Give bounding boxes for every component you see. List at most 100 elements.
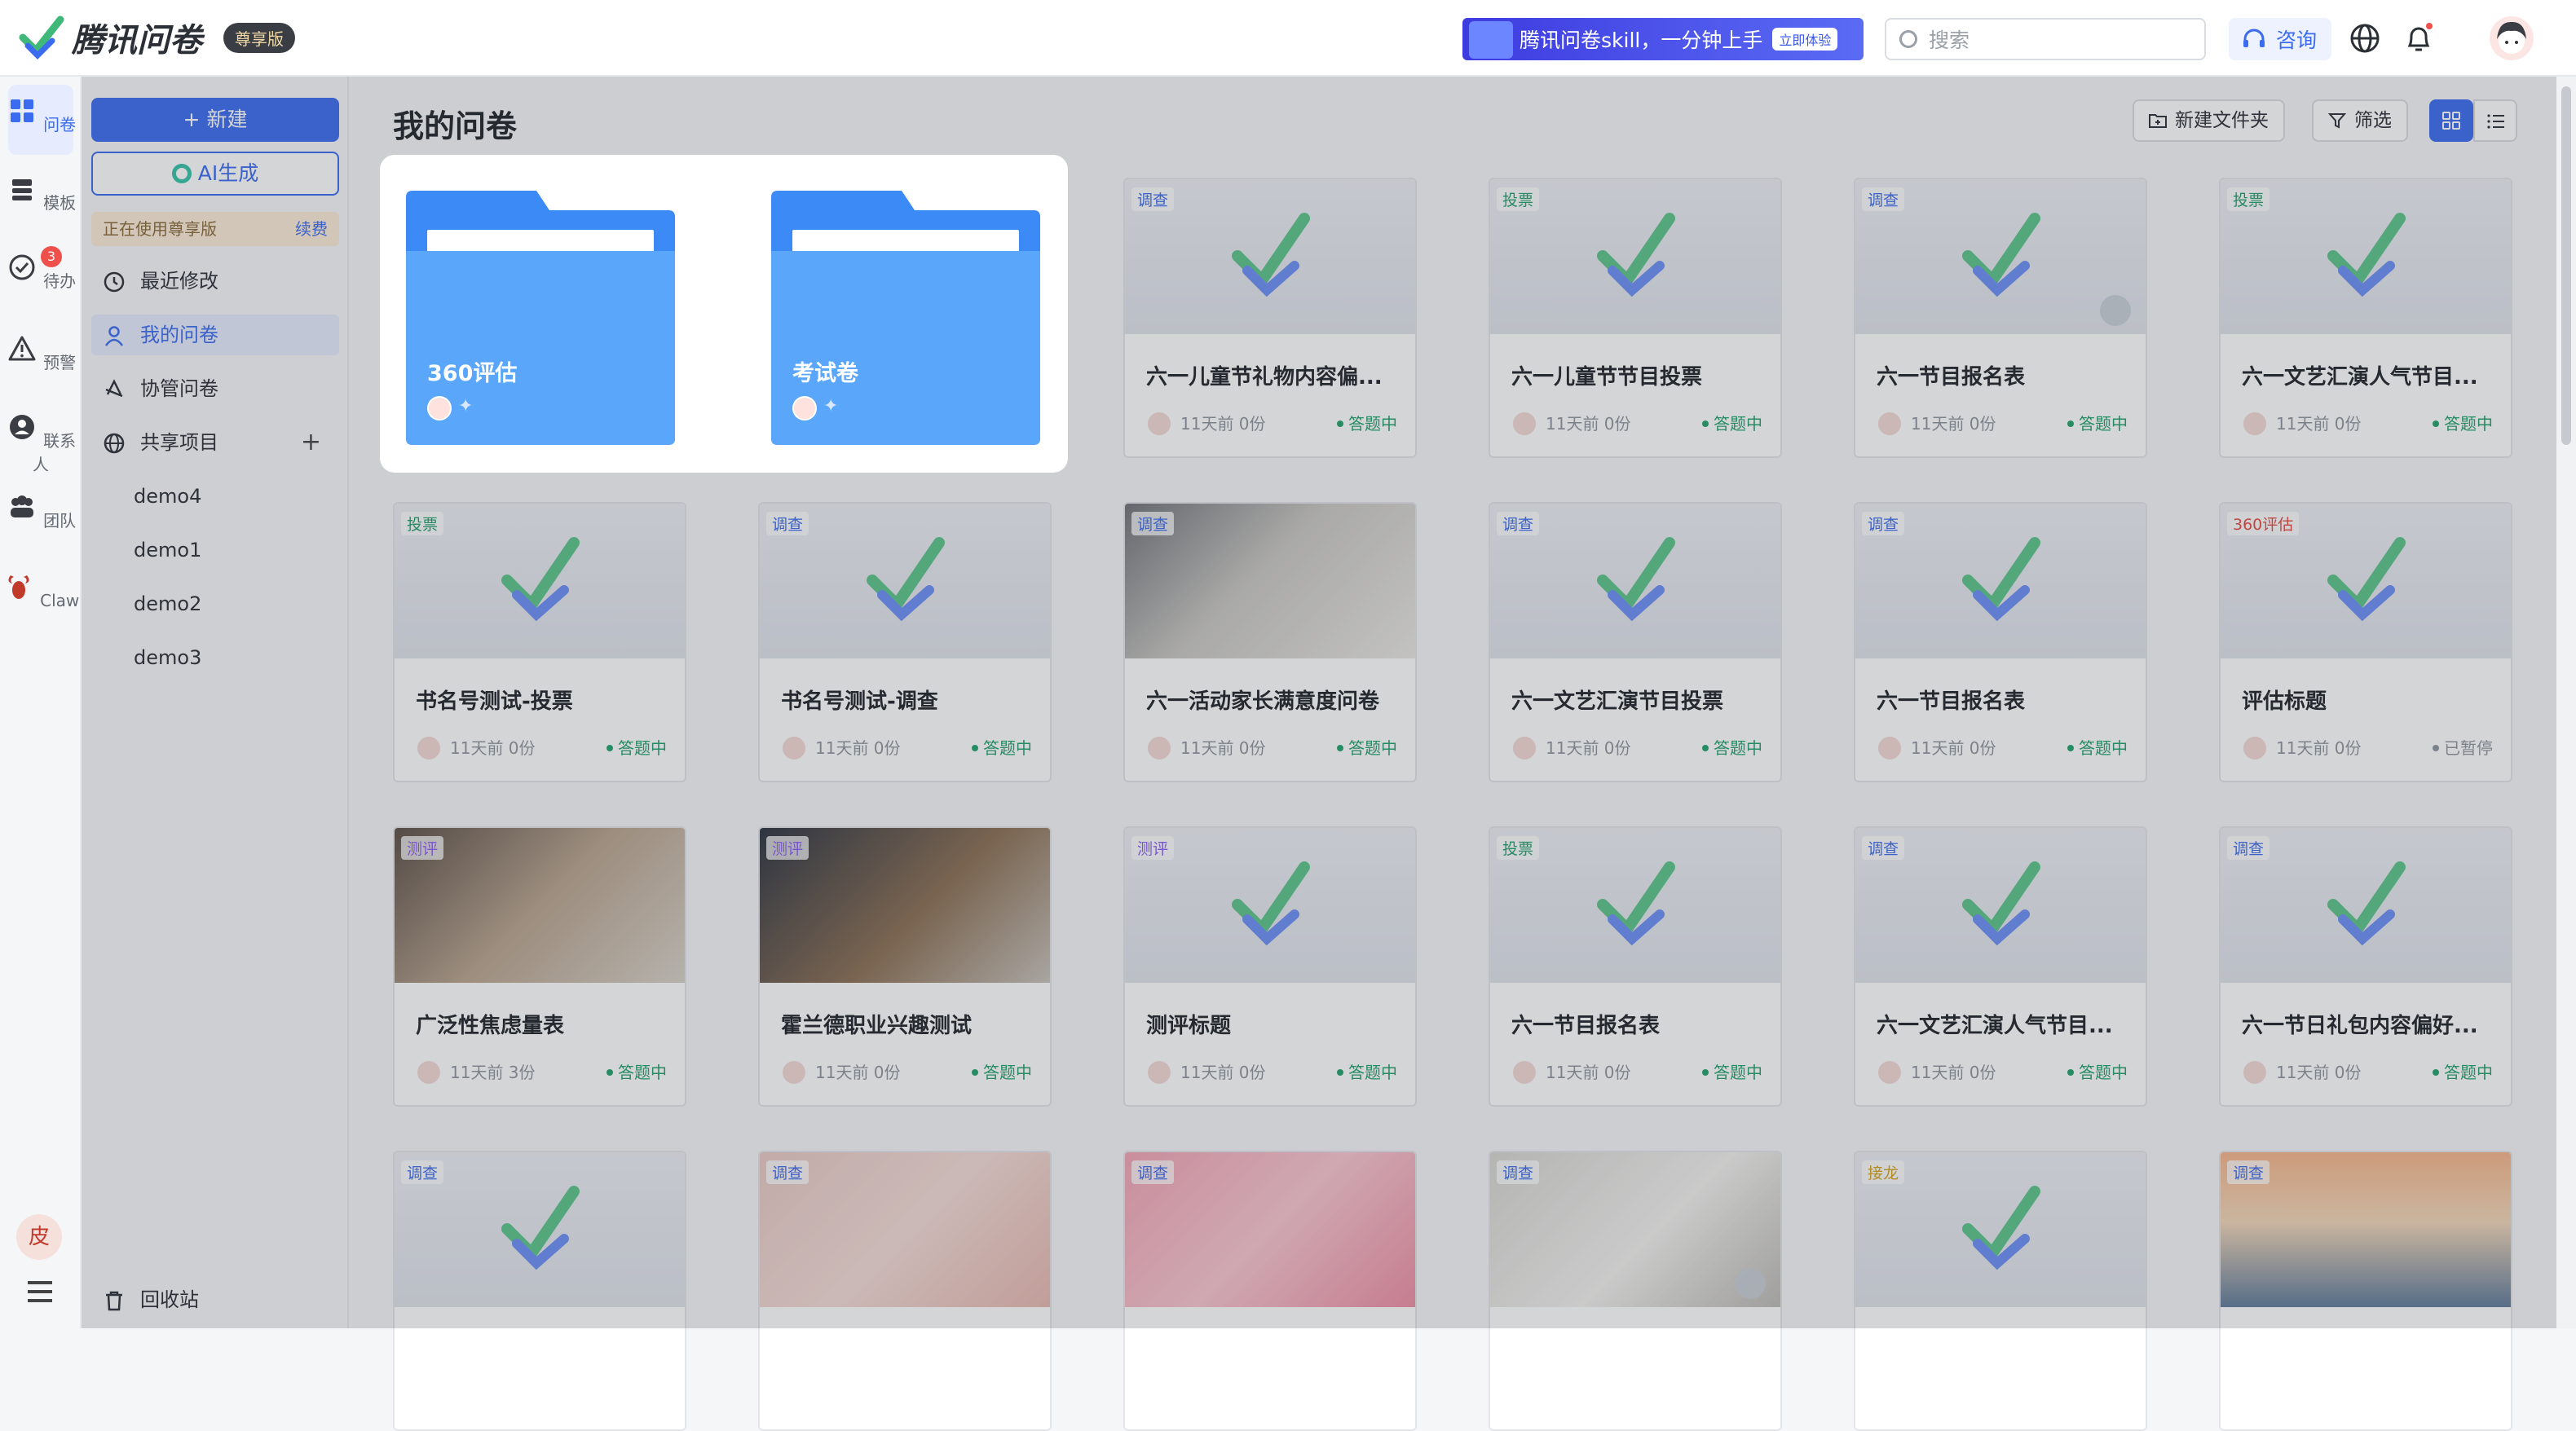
questionnaire-card[interactable]: 调查 书名号测试-调查 11天前 0份 答题中 [758, 502, 1052, 782]
questionnaire-card[interactable]: 调查 六一活动家长满意度问卷 11天前 0份 答题中 [1123, 502, 1417, 782]
card-status: 答题中 [1702, 411, 1762, 437]
folder-card[interactable]: 考试卷 ✦ [771, 191, 1040, 445]
questionnaire-card[interactable]: 测评 广泛性焦虑量表 11天前 3份 答题中 [393, 826, 686, 1107]
folder-spotlight: 360评估 ✦ 考试卷 ✦ [380, 155, 1068, 473]
consult-button[interactable]: 咨询 [2229, 18, 2331, 60]
renew-link[interactable]: 续费 [295, 212, 328, 246]
sparkle-icon: ✦ [823, 396, 839, 416]
scrollbar[interactable] [2556, 77, 2576, 1328]
filter-button[interactable]: 筛选 [2312, 99, 2408, 142]
scrollbar-thumb[interactable] [2561, 86, 2571, 445]
list-view-toggle[interactable] [2473, 99, 2517, 142]
rail-item-todo[interactable]: 3 待办 [0, 246, 82, 292]
rail-label: 待办 [43, 271, 77, 291]
questionnaire-card[interactable]: 调查 [393, 1151, 686, 1431]
card-type-tag: 调查 [1497, 512, 1540, 535]
card-meta: 11天前 3份 [416, 1059, 536, 1085]
new-button[interactable]: + 新建 [91, 98, 339, 142]
questionnaire-card[interactable]: 调查 六一节目报名表 11天前 0份 答题中 [1854, 178, 2147, 458]
questionnaire-card[interactable]: 调查 六一文艺汇演节目投票 11天前 0份 答题中 [1489, 502, 1782, 782]
promo-cta[interactable]: 立即体验 [1772, 28, 1838, 51]
check-logo-icon [1597, 213, 1675, 297]
card-title: 书名号测试-调查 [781, 689, 938, 714]
card-type-tag: 投票 [401, 512, 444, 535]
contact-icon [9, 415, 34, 439]
questionnaire-card[interactable]: 测评 霍兰德职业兴趣测试 11天前 0份 答题中 [758, 826, 1052, 1107]
owner-avatar [416, 1059, 442, 1085]
grid-view-toggle[interactable] [2429, 99, 2473, 142]
questionnaire-card[interactable]: 投票 六一儿童节节目投票 11天前 0份 答题中 [1489, 178, 1782, 458]
check-logo-icon [1232, 861, 1310, 946]
card-title: 书名号测试-投票 [416, 689, 573, 714]
card-type-tag: 调查 [1497, 1160, 1540, 1184]
questionnaire-card[interactable]: 调查 [1123, 1151, 1417, 1431]
trash-label: 回收站 [140, 1288, 199, 1311]
card-meta-text: 11天前 0份 [450, 738, 536, 758]
folder-title: 考试卷 [792, 361, 858, 386]
check-logo-icon [1962, 861, 2040, 946]
rail-item-claw[interactable]: Claw [0, 570, 82, 610]
questionnaire-card[interactable]: 投票 书名号测试-投票 11天前 0份 答题中 [393, 502, 686, 782]
app-logo[interactable]: 腾讯问卷 尊享版 [16, 13, 295, 62]
questionnaire-card[interactable]: 接龙 [1854, 1151, 2147, 1431]
project-item[interactable]: demo4 [134, 476, 201, 517]
card-status: 答题中 [1337, 735, 1397, 761]
skin-avatar[interactable]: 皮 [16, 1214, 62, 1260]
card-meta-text: 11天前 0份 [1546, 1063, 1631, 1082]
ai-generate-button[interactable]: AI生成 [91, 152, 339, 196]
card-meta: 11天前 0份 [1511, 411, 1631, 437]
questionnaire-card[interactable]: 投票 六一节目报名表 11天前 0份 答题中 [1489, 826, 1782, 1107]
questionnaire-card[interactable]: 调查 [758, 1151, 1052, 1431]
card-status: 答题中 [1337, 1059, 1397, 1085]
questionnaire-card[interactable]: 360评估 评估标题 11天前 0份 已暂停 [2219, 502, 2512, 782]
nav-shared-projects[interactable]: 共享项目 + [91, 422, 339, 463]
owner-avatar [1146, 735, 1172, 761]
promo-banner[interactable]: 腾讯问卷skill，一分钟上手 立即体验 [1462, 18, 1864, 60]
questionnaire-card[interactable]: 调查 六一节日礼包内容偏好... 11天前 0份 答题中 [2219, 826, 2512, 1107]
new-folder-button[interactable]: 新建文件夹 [2133, 99, 2285, 142]
rail-item-template[interactable]: 模板 [0, 173, 82, 214]
card-meta-text: 11天前 0份 [2276, 414, 2362, 434]
folder-card[interactable]: 360评估 ✦ [406, 191, 675, 445]
nav-my-questionnaires[interactable]: 我的问卷 [91, 315, 339, 355]
questionnaire-card[interactable]: 测评 测评标题 11天前 0份 答题中 [1123, 826, 1417, 1107]
filter-label: 筛选 [2354, 110, 2392, 131]
questionnaire-card[interactable]: 调查 [2219, 1151, 2512, 1431]
owner-avatar [1877, 735, 1903, 761]
project-item[interactable]: demo2 [134, 583, 201, 624]
card-type-tag: 调查 [2227, 836, 2270, 860]
bell-icon[interactable] [2403, 23, 2434, 54]
card-type-tag: 360评估 [2227, 512, 2300, 535]
rail-label: 问卷 [43, 115, 77, 134]
check-logo-icon [1597, 861, 1675, 946]
project-item[interactable]: demo1 [134, 530, 201, 570]
rail-item-warning[interactable]: 预警 [0, 332, 82, 373]
card-status: 答题中 [2433, 411, 2493, 437]
collaborator-icon [2100, 295, 2131, 326]
questionnaire-card[interactable]: 调查 六一文艺汇演人气节目... 11天前 0份 答题中 [1854, 826, 2147, 1107]
card-type-tag: 投票 [2227, 187, 2270, 211]
folder-owner-avatar [427, 396, 452, 420]
questionnaire-card[interactable]: 调查 六一儿童节礼物内容偏... 11天前 0份 答题中 [1123, 178, 1417, 458]
project-item[interactable]: demo3 [134, 637, 201, 678]
card-type-tag: 调查 [401, 1160, 444, 1184]
nav-recent[interactable]: 最近修改 [91, 261, 339, 302]
questionnaire-card[interactable]: 投票 六一文艺汇演人气节目... 11天前 0份 答题中 [2219, 178, 2512, 458]
search-input[interactable]: 搜索 [1885, 18, 2206, 60]
questionnaire-card[interactable]: 调查 [1489, 1151, 1782, 1431]
questionnaire-card[interactable]: 调查 六一节目报名表 11天前 0份 答题中 [1854, 502, 2147, 782]
nav-co-managed[interactable]: 协管问卷 [91, 368, 339, 409]
menu-icon[interactable] [28, 1281, 52, 1302]
owner-avatar [1511, 735, 1537, 761]
rail-item-contacts[interactable]: 联系人 [0, 411, 82, 475]
globe-language-icon[interactable] [2349, 23, 2380, 54]
add-project-icon[interactable]: + [301, 422, 321, 463]
trash-nav[interactable]: 回收站 [91, 1279, 199, 1320]
check-logo-icon [2327, 861, 2406, 946]
user-avatar[interactable] [2490, 16, 2534, 60]
rail-item-questionnaire[interactable]: 问卷 [0, 95, 82, 135]
owner-avatar [1877, 411, 1903, 437]
rail-item-team[interactable]: 团队 [0, 491, 82, 531]
card-meta-text: 11天前 0份 [1546, 414, 1631, 434]
filter-icon [2328, 113, 2346, 129]
